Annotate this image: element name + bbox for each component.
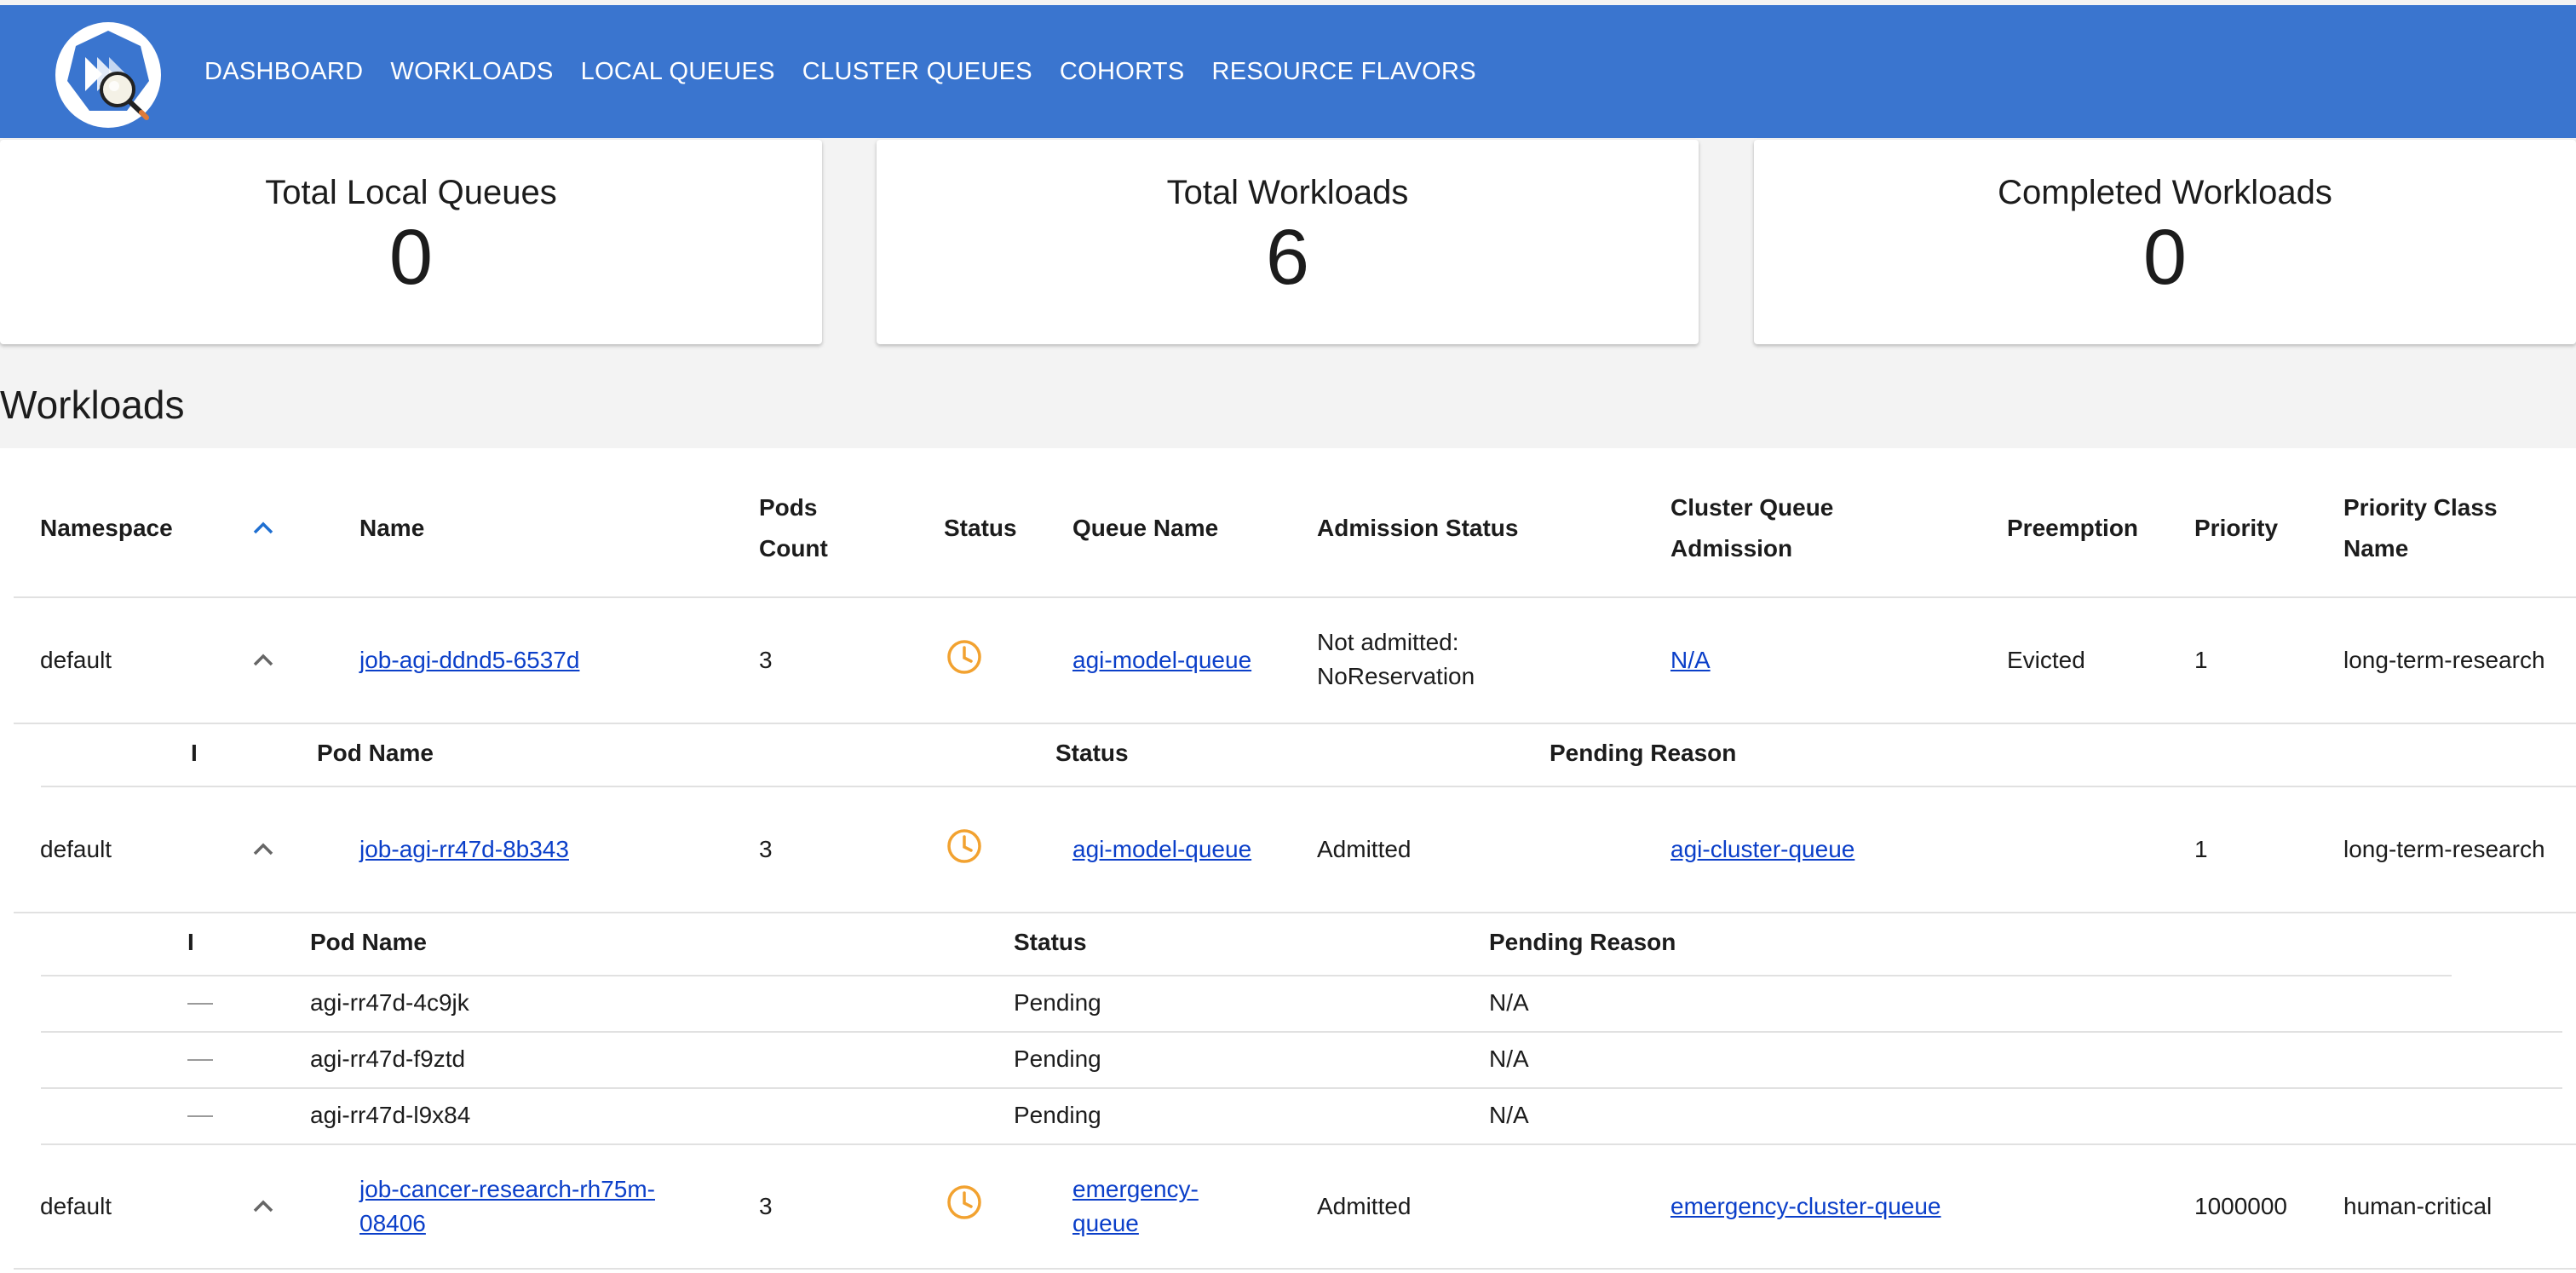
stat-label: Total Workloads	[1166, 174, 1409, 211]
pod-name: agi-rr47d-f9ztd	[310, 1045, 466, 1072]
subtable-header-divider	[41, 975, 2452, 976]
workloads-section-title: Workloads	[0, 383, 185, 427]
queue-name-link[interactable]: emergency-queue	[1072, 1172, 1226, 1241]
cluster-queue-link[interactable]: N/A	[1670, 643, 1711, 677]
nav-local-queues[interactable]: LOCAL QUEUES	[581, 58, 775, 86]
cell-priority-class: human-critical	[2343, 1193, 2493, 1219]
dash-icon	[187, 1059, 213, 1061]
kueue-logo-icon[interactable]	[53, 20, 164, 130]
row-divider	[14, 912, 2576, 913]
nav-cluster-queues[interactable]: CLUSTER QUEUES	[802, 58, 1032, 86]
subtable-header-pod-name: Pod Name	[310, 929, 427, 955]
clock-icon	[947, 640, 981, 674]
main-nav: DASHBOARD WORKLOADS LOCAL QUEUES CLUSTER…	[204, 5, 1504, 138]
row-divider	[41, 1143, 2576, 1145]
column-header-status[interactable]: Status	[944, 508, 1017, 549]
column-header-cluster-queue-admission[interactable]: Cluster Queue Admission	[1670, 487, 1892, 569]
clock-icon	[947, 829, 981, 863]
pod-status: Pending	[1014, 1102, 1101, 1128]
cell-admission-status: Admitted	[1317, 1193, 1412, 1219]
pod-pending-reason: N/A	[1489, 989, 1529, 1016]
queue-name-link[interactable]: agi-model-queue	[1072, 643, 1251, 677]
cluster-queue-link[interactable]: agi-cluster-queue	[1670, 832, 1854, 867]
column-header-priority-class-name[interactable]: Priority Class Name	[2343, 487, 2539, 569]
cell-priority-class: long-term-research	[2343, 836, 2545, 862]
cell-preemption: Evicted	[2007, 647, 2085, 673]
column-header-name[interactable]: Name	[359, 508, 424, 549]
stat-label: Total Local Queues	[265, 174, 557, 211]
nav-resource-flavors[interactable]: RESOURCE FLAVORS	[1211, 58, 1475, 86]
stat-value: 0	[2142, 214, 2188, 301]
clock-icon	[947, 1185, 981, 1219]
subtable-header-status: Status	[1055, 740, 1129, 766]
cell-priority: 1	[2194, 647, 2208, 673]
nav-workloads[interactable]: WORKLOADS	[390, 58, 553, 86]
row-divider	[14, 723, 2576, 724]
dash-icon	[187, 1115, 213, 1117]
subtable-header-indicator: I	[191, 740, 198, 766]
stat-card-completed-workloads: Completed Workloads 0	[1754, 140, 2576, 344]
cell-pods-count: 3	[759, 1193, 773, 1219]
pod-pending-reason: N/A	[1489, 1102, 1529, 1128]
nav-cohorts[interactable]: COHORTS	[1060, 58, 1185, 86]
workload-name-link[interactable]: job-cancer-research-rh75m-08406	[359, 1172, 692, 1241]
row-divider	[14, 1268, 2576, 1270]
column-header-pods-count[interactable]: Pods Count	[759, 487, 861, 569]
chevron-up-icon[interactable]	[252, 1200, 274, 1213]
column-header-queue-name[interactable]: Queue Name	[1072, 508, 1218, 549]
workload-name-link[interactable]: job-agi-rr47d-8b343	[359, 832, 569, 867]
subtable-header-status: Status	[1014, 929, 1087, 955]
stat-card-local-queues: Total Local Queues 0	[0, 140, 822, 344]
subtable-header-indicator: I	[187, 929, 194, 955]
row-divider	[41, 1031, 2562, 1033]
pod-pending-reason: N/A	[1489, 1045, 1529, 1072]
row-divider	[41, 786, 2576, 787]
pod-status: Pending	[1014, 1045, 1101, 1072]
header-divider	[14, 596, 2576, 598]
queue-name-link[interactable]: agi-model-queue	[1072, 832, 1251, 867]
cluster-queue-link[interactable]: emergency-cluster-queue	[1670, 1189, 1941, 1224]
top-app-bar: DASHBOARD WORKLOADS LOCAL QUEUES CLUSTER…	[0, 5, 2576, 138]
cell-pods-count: 3	[759, 836, 773, 862]
pod-name: agi-rr47d-l9x84	[310, 1102, 471, 1128]
chevron-up-icon[interactable]	[252, 843, 274, 856]
dash-icon	[187, 1003, 213, 1005]
nav-dashboard[interactable]: DASHBOARD	[204, 58, 363, 86]
stat-label: Completed Workloads	[1998, 174, 2332, 211]
column-header-priority[interactable]: Priority	[2194, 508, 2278, 549]
cell-admission-status: Admitted	[1317, 836, 1412, 862]
workload-name-link[interactable]: job-agi-ddnd5-6537d	[359, 643, 579, 677]
stat-value: 0	[388, 214, 434, 301]
stat-card-total-workloads: Total Workloads 6	[877, 140, 1699, 344]
cell-priority: 1	[2194, 836, 2208, 862]
pod-status: Pending	[1014, 989, 1101, 1016]
stat-value: 6	[1265, 214, 1310, 301]
subtable-header-pending-reason: Pending Reason	[1550, 740, 1737, 766]
cell-namespace: default	[40, 836, 112, 862]
cell-admission-status: Not admitted: NoReservation	[1317, 629, 1475, 689]
column-header-preemption[interactable]: Preemption	[2007, 508, 2138, 549]
cell-pods-count: 3	[759, 647, 773, 673]
cell-namespace: default	[40, 647, 112, 673]
cell-priority-class: long-term-research	[2343, 647, 2545, 673]
subtable-header-pod-name: Pod Name	[317, 740, 434, 766]
column-header-namespace[interactable]: Namespace	[40, 508, 173, 549]
pod-name: agi-rr47d-4c9jk	[310, 989, 469, 1016]
workloads-table: Namespace Name Pods Count Status Queue N…	[0, 448, 2576, 1273]
chevron-up-icon[interactable]	[252, 654, 274, 667]
subtable-header-pending-reason: Pending Reason	[1489, 929, 1676, 955]
cell-namespace: default	[40, 1193, 112, 1219]
cell-priority: 1000000	[2194, 1193, 2288, 1219]
column-header-admission-status[interactable]: Admission Status	[1317, 508, 1518, 549]
row-divider	[41, 1087, 2562, 1089]
chevron-up-icon[interactable]	[252, 521, 274, 535]
